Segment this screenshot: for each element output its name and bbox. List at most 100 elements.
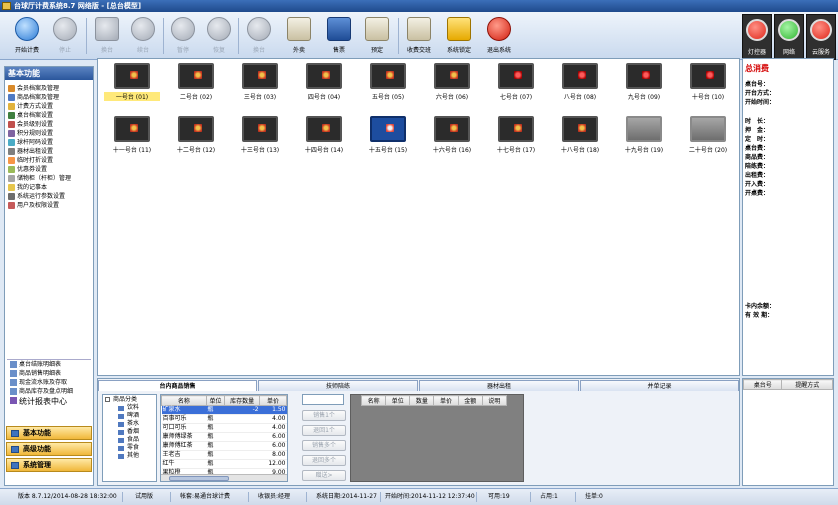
column-header[interactable]: 数量: [409, 395, 435, 406]
sidebar-item-users[interactable]: 用户及权限设置: [5, 201, 93, 210]
sidebar-item-cue-code[interactable]: 球杆阿码设置: [5, 138, 93, 147]
billiard-table-tile[interactable]: 六号台 (06): [424, 63, 480, 103]
system-lock-button[interactable]: 系统锁定: [440, 15, 478, 59]
sidebar-item-equipment-rental[interactable]: 器材出租设置: [5, 147, 93, 156]
resume-button[interactable]: 恢复: [200, 15, 238, 59]
return-one-button[interactable]: 退回1个: [302, 425, 346, 436]
column-header[interactable]: 名称: [161, 395, 207, 406]
sell-many-button[interactable]: 销售多个: [302, 440, 346, 451]
sidebar-item-discount[interactable]: 临时打折设置: [5, 156, 93, 165]
column-header[interactable]: 说明: [481, 395, 508, 406]
tree-node[interactable]: 香烟: [103, 428, 156, 436]
table-row[interactable]: 康师傅绿茶瓶 6.00: [161, 432, 287, 442]
billiard-table-tile[interactable]: 十九号台 (19): [616, 116, 672, 156]
report-center[interactable]: 统计报表中心: [7, 396, 91, 408]
table-row[interactable]: 康师傅红茶瓶 6.00: [161, 441, 287, 451]
expand-icon[interactable]: [105, 397, 110, 402]
takeout-button[interactable]: 外卖: [280, 15, 318, 59]
sidebar-item-table-archive[interactable]: 桌台档案设置: [5, 111, 93, 120]
reserve-button[interactable]: 预定: [358, 15, 396, 59]
billiard-table-tile[interactable]: 二十号台 (20): [680, 116, 736, 156]
scrollbar-thumb[interactable]: [169, 476, 229, 481]
billiard-table-tile[interactable]: 九号台 (09): [616, 63, 672, 103]
tree-node[interactable]: 茶水: [103, 420, 156, 428]
exit-system-button[interactable]: 退出系统: [480, 15, 518, 59]
billiard-table-tile[interactable]: 十七号台 (17): [488, 116, 544, 156]
sidebar-item-points-rule[interactable]: 积分规则设置: [5, 129, 93, 138]
sold-goods-list[interactable]: 名称 单位 数量 单价 金额 说明: [350, 394, 524, 482]
sidebar-item-locker[interactable]: 储物柜（杆柜）管理: [5, 174, 93, 183]
tab-merge-records[interactable]: 并单记录: [580, 380, 739, 391]
billiard-table-tile[interactable]: 四号台 (04): [296, 63, 352, 103]
tab-equipment-rental[interactable]: 器材出租: [419, 380, 579, 391]
nav-advanced-functions[interactable]: 高级功能: [6, 442, 92, 456]
column-header[interactable]: 库存数量: [224, 395, 261, 406]
table-row[interactable]: 红牛瓶 12.00: [161, 459, 287, 469]
nav-basic-functions[interactable]: 基本功能: [6, 426, 92, 440]
horizontal-scrollbar[interactable]: [161, 474, 287, 481]
tree-node[interactable]: 啤酒: [103, 412, 156, 420]
sidebar-item-member-level[interactable]: 会员级别设置: [5, 120, 93, 129]
column-header[interactable]: 桌台号: [742, 379, 783, 390]
shift-handover-button[interactable]: 收费交班: [400, 15, 438, 59]
sidebar-item-system-params[interactable]: 系统运行参数设置: [5, 192, 93, 201]
billiard-table-tile[interactable]: 十六号台 (16): [424, 116, 480, 156]
goods-list[interactable]: 名称 单位 库存数量 单价 矿泉水瓶 -2 1.50 百事可乐瓶 4.00 可口可乐瓶 4.…: [160, 394, 288, 482]
billiard-table-tile[interactable]: 十一号台 (11): [104, 116, 160, 156]
cloud-service-status[interactable]: 云服务: [806, 14, 836, 60]
report-cash-flow[interactable]: 现金流水账及存取: [7, 378, 91, 387]
table-row[interactable]: 可口可乐瓶 4.00: [161, 423, 287, 433]
tree-node[interactable]: 其他: [103, 452, 156, 460]
table-row[interactable]: 矿泉水瓶 -2 1.50: [161, 405, 287, 415]
refresh-button[interactable]: 换台: [240, 15, 278, 59]
column-header[interactable]: 提醒方式: [781, 379, 833, 390]
billiard-table-tile[interactable]: 七号台 (07): [488, 63, 544, 103]
column-header[interactable]: 单价: [433, 395, 459, 406]
start-billing-button[interactable]: 开始计费: [8, 15, 46, 59]
tab-coach[interactable]: 技师陪练: [258, 380, 418, 391]
billiard-table-tile[interactable]: 一号台 (01): [104, 63, 160, 103]
column-header[interactable]: 单价: [259, 395, 287, 406]
tree-node[interactable]: 零食: [103, 444, 156, 452]
report-inventory[interactable]: 商品库存及盘点明细: [7, 387, 91, 396]
sell-one-button[interactable]: 销售1个: [302, 410, 346, 421]
tab-goods-sales[interactable]: 台内商品销售: [98, 380, 257, 391]
sidebar-item-member-archive[interactable]: 会员档案及管理: [5, 84, 93, 93]
billiard-table-tile[interactable]: 五号台 (05): [360, 63, 416, 103]
network-status[interactable]: 网络: [774, 14, 804, 60]
column-header[interactable]: 单位: [205, 395, 226, 406]
billiard-table-tile[interactable]: 十五号台 (15): [360, 116, 416, 156]
stop-button[interactable]: 停止: [46, 15, 84, 59]
tree-node[interactable]: 饮料: [103, 404, 156, 412]
sidebar-item-billing-method[interactable]: 计费方式设置: [5, 102, 93, 111]
tree-node[interactable]: 食品: [103, 436, 156, 444]
billiard-table-tile[interactable]: 十号台 (10): [680, 63, 736, 103]
change-table-button[interactable]: 换台: [88, 15, 126, 59]
report-table-checkout[interactable]: 桌台结账明细表: [7, 360, 91, 369]
continue-button[interactable]: 续台: [124, 15, 162, 59]
billiard-table-tile[interactable]: 十二号台 (12): [168, 116, 224, 156]
billiard-table-tile[interactable]: 三号台 (03): [232, 63, 288, 103]
table-row[interactable]: 王老吉瓶 8.00: [161, 450, 287, 460]
sidebar-item-coupon[interactable]: 优惠券设置: [5, 165, 93, 174]
sidebar-item-goods-archive[interactable]: 商品档案及管理: [5, 93, 93, 102]
table-row[interactable]: 百事可乐瓶 4.00: [161, 414, 287, 424]
return-many-button[interactable]: 退回多个: [302, 455, 346, 466]
billiard-table-tile[interactable]: 八号台 (08): [552, 63, 608, 103]
column-header[interactable]: 名称: [360, 395, 387, 406]
column-header[interactable]: 单位: [385, 395, 411, 406]
column-header[interactable]: 金额: [457, 395, 483, 406]
billiard-table-tile[interactable]: 十八号台 (18): [552, 116, 608, 156]
pause-button[interactable]: 暂停: [164, 15, 202, 59]
reminder-list[interactable]: 桌台号 提醒方式: [742, 378, 834, 486]
quantity-input[interactable]: [302, 394, 344, 405]
ticket-button[interactable]: 售票: [320, 15, 358, 59]
tree-root[interactable]: 商品分类: [103, 395, 156, 404]
billiard-table-tile[interactable]: 二号台 (02): [168, 63, 224, 103]
report-goods-sales[interactable]: 商品销售明细表: [7, 369, 91, 378]
goods-category-tree[interactable]: 商品分类 饮料 啤酒 茶水 香烟 食品 零食 其他: [102, 394, 157, 482]
gift-button[interactable]: 赠送>: [302, 470, 346, 481]
nav-system-management[interactable]: 系统管理: [6, 458, 92, 472]
light-controller-status[interactable]: 灯控器: [742, 14, 772, 60]
billiard-table-tile[interactable]: 十三号台 (13): [232, 116, 288, 156]
